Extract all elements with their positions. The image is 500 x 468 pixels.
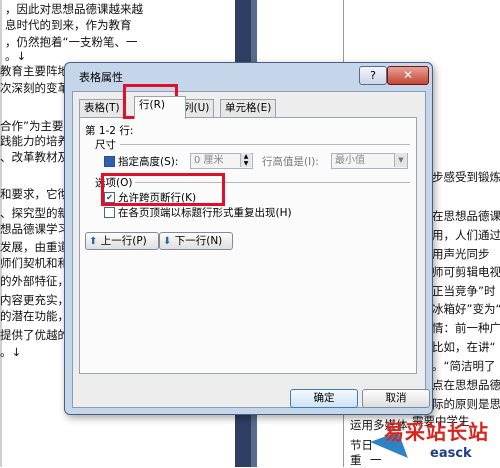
doc-text-line: 息时代的到来，作为教育 xyxy=(5,18,132,32)
doc-text-line: 。↓ xyxy=(5,49,27,63)
doc-text-line: 师们契机和和 xyxy=(0,256,69,270)
dialog-body: 表格(T) 行(R) 列(U) 单元格(E) 第 1-2 行: 尺寸 指定高度(… xyxy=(72,91,430,408)
tab-cell[interactable]: 单元格(E) xyxy=(220,99,277,117)
watermark-text: 易采站长站 xyxy=(384,420,489,444)
doc-text-line: 发展，由重道 xyxy=(0,240,69,254)
arrow-down-icon: ⬇ xyxy=(163,236,172,247)
repeat-header-label: 在各页顶端以标题行形式重复出现(H) xyxy=(118,207,292,219)
doc-text-line: 合作”为主要 xyxy=(0,119,64,133)
help-button[interactable]: ? xyxy=(359,66,387,85)
size-section-label: 尺寸 xyxy=(95,139,116,151)
row-tab-panel: 第 1-2 行: 尺寸 指定高度(S): 0 厘米 ▲ ▼ 行高值是(I): 最小… xyxy=(79,117,417,374)
doc-text-line: 的外部特征， xyxy=(0,274,69,288)
doc-text-line: 次深刻的变革 xyxy=(0,81,69,95)
tab-table[interactable]: 表格(T) xyxy=(79,99,125,117)
doc-text-line: 提供了优越的 xyxy=(0,328,69,342)
doc-text-line: 在思想品德课堂 xyxy=(432,209,500,223)
doc-text-line: 比如，在讲“ xyxy=(432,340,496,354)
watermark-url: easck xyxy=(430,446,472,461)
doc-text-line: 、探究型的新 xyxy=(0,206,69,220)
doc-text-line: 和要求，它彻 xyxy=(0,187,69,201)
doc-text-line: 师可剪辑电视 xyxy=(432,265,500,279)
doc-text-line: 内容更充实， xyxy=(0,293,69,307)
arrow-up-icon: ⬆ xyxy=(89,236,98,247)
watermark-logo: 易采站长站 easck xyxy=(370,414,500,468)
doc-text-line: 重 xyxy=(350,453,362,467)
height-rule-label: 行高值是(I): xyxy=(262,156,319,168)
prev-row-button[interactable]: ⬆ 上一行(P) xyxy=(85,232,159,250)
doc-text-line: 。“简洁明了 xyxy=(432,359,496,373)
doc-text-line: 冰箱好”变为“ xyxy=(432,302,500,316)
doc-text-line: 步感受到锻炼 xyxy=(432,170,500,184)
table-properties-dialog: 表格属性 ? ✕ 表格(T) 行(R) 列(U) 单元格(E) 第 1-2 行:… xyxy=(64,62,433,415)
size-separator xyxy=(120,144,410,145)
specify-height-label: 指定高度(S): xyxy=(118,156,179,168)
doc-text-line: 教育主要阵地 xyxy=(0,64,69,78)
doc-text-line: 践能力的培养 xyxy=(0,134,69,148)
cancel-button[interactable]: 取消 xyxy=(362,389,430,408)
doc-text-line: 点在思想品德 xyxy=(432,378,500,392)
next-row-label: 下一行(N) xyxy=(174,235,223,247)
allow-break-highlight xyxy=(101,173,225,206)
doc-text-line: 际的原则是思 xyxy=(432,397,500,411)
doc-text-line: 的潜在功能， xyxy=(0,309,69,323)
specify-height-checkbox[interactable] xyxy=(104,156,115,167)
height-spinner[interactable]: ▲ ▼ xyxy=(240,153,251,167)
doc-text-line: 。↓ xyxy=(0,345,22,359)
doc-text-line: 用声光同步 xyxy=(432,247,490,261)
prev-row-label: 上一行(P) xyxy=(100,235,147,247)
doc-text-line: 用，人们通过 xyxy=(432,228,500,242)
next-row-button[interactable]: ⬇ 下一行(N) xyxy=(159,232,233,250)
repeat-header-checkbox[interactable] xyxy=(104,207,115,218)
close-button[interactable]: ✕ xyxy=(387,66,429,85)
doc-text-line: 情：前一种广 xyxy=(432,321,500,335)
doc-text-line: 正当竞争”时 xyxy=(432,284,496,298)
dialog-titlebar[interactable]: 表格属性 ? ✕ xyxy=(65,63,432,89)
doc-text-line: ，因此对思想品德课越来越 xyxy=(5,2,143,16)
chevron-down-icon[interactable]: ▼ xyxy=(394,153,407,167)
dialog-title: 表格属性 xyxy=(79,71,123,84)
ok-button[interactable]: 确定 xyxy=(290,389,358,408)
row-range-label: 第 1-2 行: xyxy=(85,125,134,137)
doc-text-line: 节日 xyxy=(350,438,373,452)
doc-text-line: 、改革教材及 xyxy=(0,150,69,164)
doc-text-line: 想品德课学习 xyxy=(0,222,69,236)
tab-row[interactable]: 行(R) xyxy=(134,96,186,119)
